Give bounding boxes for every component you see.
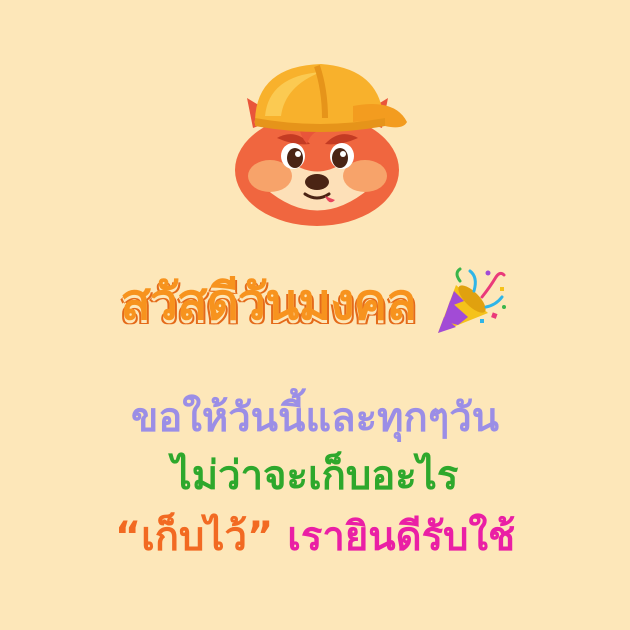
message-line-1: ขอให้วันนี้และทุกๆวัน — [130, 395, 500, 441]
message-line-2: ไม่ว่าจะเก็บอะไร — [171, 453, 459, 499]
fox-mascot-hardhat-icon — [235, 64, 407, 226]
message-line-3-rest: เรายินดีรับใช้ — [273, 514, 516, 560]
greeting-headline: สวัสดีวันมงคล — [120, 273, 416, 331]
greeting-card: สวัสดีวันมงคล ขอให้วันนี้และทุกๆวัน ไม่ว… — [0, 0, 630, 630]
greeting-headline-row: สวัสดีวันมงคล — [0, 262, 630, 342]
message-line-3: “เก็บไว้” เรายินดีรับใช้ — [0, 517, 630, 557]
message-line-3-quote: “เก็บไว้” — [114, 514, 274, 560]
party-popper-icon — [437, 267, 506, 333]
